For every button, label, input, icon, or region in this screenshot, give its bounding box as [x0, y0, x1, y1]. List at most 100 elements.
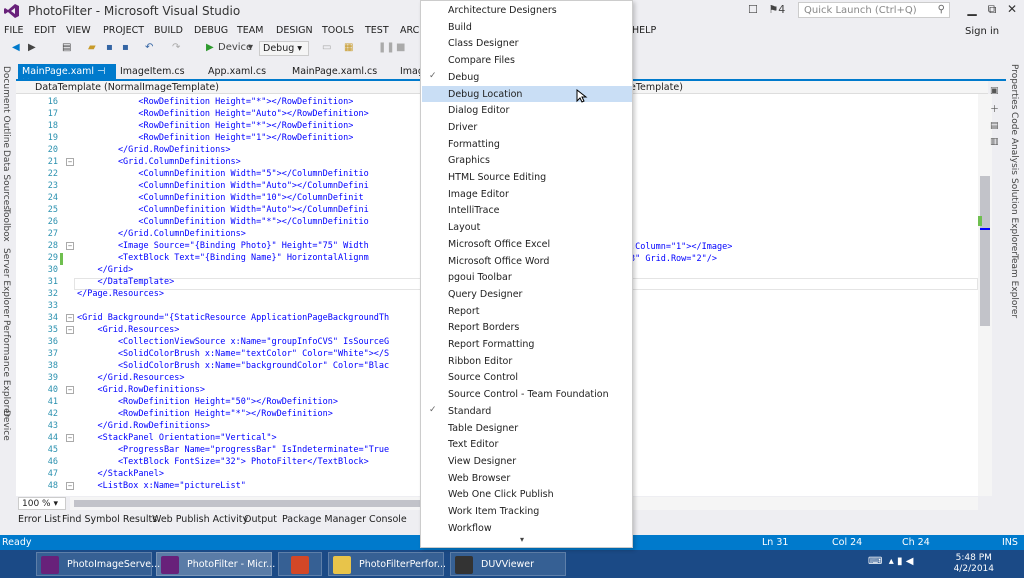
- menu-item-toolbar[interactable]: ✓ Standard: [422, 403, 632, 419]
- tab-toolbox[interactable]: Toolbox: [1, 208, 11, 242]
- taskbar-item[interactable]: PhotoFilterPerfor...: [328, 552, 446, 576]
- menu-item-toolbar[interactable]: Ribbon Editor: [422, 353, 632, 369]
- tab-mainpage-xaml[interactable]: MainPage.xaml ⊣ ✕: [18, 64, 116, 88]
- tab-document-outline[interactable]: Document Outline: [1, 66, 11, 148]
- tab-output[interactable]: Output: [244, 514, 277, 525]
- collapse-icon[interactable]: −: [66, 386, 74, 394]
- menu-view[interactable]: VIEW: [66, 25, 91, 36]
- title-bar-icons[interactable]: ☐ ⚑4: [748, 3, 785, 16]
- menu-item-toolbar[interactable]: Graphics: [422, 152, 632, 168]
- arrow-icon[interactable]: ▴: [889, 556, 894, 567]
- toolbar-icon[interactable]: ▭: [322, 42, 331, 53]
- tab-package-manager-console[interactable]: Package Manager Console: [282, 514, 407, 525]
- menu-item-toolbar[interactable]: Compare Files: [422, 52, 632, 68]
- menu-item-toolbar[interactable]: Architecture Designers: [422, 2, 632, 18]
- start-debugging-icon[interactable]: ▶: [206, 42, 214, 53]
- menu-file[interactable]: FILE: [4, 25, 24, 36]
- network-icon[interactable]: ▮: [897, 556, 903, 567]
- menu-item-toolbar[interactable]: Dialog Editor: [422, 102, 632, 118]
- menu-debug[interactable]: DEBUG: [194, 25, 228, 36]
- menu-item-toolbar[interactable]: Driver: [422, 119, 632, 135]
- menu-item-toolbar[interactable]: Image Editor: [422, 186, 632, 202]
- stop-icon[interactable]: ■: [396, 42, 405, 53]
- taskbar-item[interactable]: PhotoImageServe...: [36, 552, 160, 576]
- collapse-icon[interactable]: −: [66, 326, 74, 334]
- menu-item-toolbar[interactable]: Source Control - Team Foundation: [422, 386, 632, 402]
- menu-item-toolbar[interactable]: Text Editor: [422, 436, 632, 452]
- undo-icon[interactable]: ↶: [145, 42, 153, 53]
- solution-configuration-select[interactable]: Debug ▾: [259, 41, 309, 56]
- tab-code-analysis[interactable]: Code Analysis: [1009, 112, 1019, 175]
- taskbar-item[interactable]: [278, 552, 322, 576]
- toolbar-icon[interactable]: ▦: [344, 42, 353, 53]
- menu-item-toolbar[interactable]: Work Item Tracking: [422, 503, 632, 519]
- toggle-icon[interactable]: ▥: [990, 137, 1004, 147]
- menu-design[interactable]: DESIGN: [276, 25, 313, 36]
- pause-icon[interactable]: ❚❚: [378, 42, 395, 53]
- forward-icon[interactable]: ▶: [28, 42, 36, 53]
- redo-icon[interactable]: ↷: [172, 42, 180, 53]
- feedback-icon[interactable]: ☐: [748, 3, 758, 16]
- close-button[interactable]: ✕: [1002, 2, 1022, 16]
- menu-item-toolbar[interactable]: Formatting: [422, 136, 632, 152]
- menu-item-toolbar[interactable]: ✓ Debug: [422, 69, 632, 85]
- tab-web-publish-activity[interactable]: Web Publish Activity: [152, 514, 248, 525]
- menu-item-toolbar[interactable]: Layout: [422, 219, 632, 235]
- menu-item-toolbar[interactable]: IntelliTrace: [422, 202, 632, 218]
- tab-team-explorer[interactable]: Team Explorer: [1009, 254, 1019, 318]
- menu-tools[interactable]: TOOLS: [322, 25, 354, 36]
- back-icon[interactable]: ◀: [12, 42, 20, 53]
- keyboard-icon[interactable]: ⌨: [868, 556, 882, 567]
- menu-test[interactable]: TEST: [365, 25, 389, 36]
- sign-in-link[interactable]: Sign in: [965, 26, 999, 37]
- scroll-down-icon[interactable]: ▾: [520, 535, 524, 544]
- zoom-select[interactable]: 100 % ▾: [18, 497, 66, 510]
- new-project-icon[interactable]: ▤: [62, 42, 71, 53]
- collapse-icon[interactable]: −: [66, 314, 74, 322]
- quick-launch-input[interactable]: Quick Launch (Ctrl+Q) ⚲: [798, 2, 950, 18]
- notifications-flag-icon[interactable]: ⚑: [768, 3, 778, 16]
- add-icon[interactable]: ＋: [990, 102, 1004, 115]
- menu-build[interactable]: BUILD: [154, 25, 183, 36]
- menu-team[interactable]: TEAM: [237, 25, 264, 36]
- menu-project[interactable]: PROJECT: [103, 25, 144, 36]
- system-tray[interactable]: ⌨ ▴ ▮ ◀: [868, 556, 913, 567]
- open-file-icon[interactable]: ▰: [88, 42, 96, 53]
- collapse-icon[interactable]: −: [66, 158, 74, 166]
- device-dropdown-icon[interactable]: ▾: [248, 42, 253, 53]
- tab-mainpage-xaml-cs[interactable]: MainPage.xaml.cs: [288, 64, 381, 80]
- menu-item-toolbar[interactable]: Class Designer: [422, 35, 632, 51]
- restore-button[interactable]: ⧉: [982, 2, 1002, 17]
- menu-item-toolbar[interactable]: Query Designer: [422, 286, 632, 302]
- map-icon[interactable]: ▤: [990, 121, 1004, 131]
- menu-item-toolbar[interactable]: Web One Click Publish: [422, 486, 632, 502]
- menu-item-toolbar[interactable]: Microsoft Office Excel: [422, 236, 632, 252]
- menu-item-toolbar[interactable]: Build: [422, 19, 632, 35]
- menu-item-toolbar[interactable]: Workflow: [422, 520, 632, 536]
- collapse-icon[interactable]: −: [66, 242, 74, 250]
- menu-help[interactable]: HELP: [632, 25, 656, 36]
- tab-server-explorer[interactable]: Server Explorer: [1, 248, 11, 318]
- member-dropdown[interactable]: eTemplate): [630, 82, 683, 93]
- save-all-icon[interactable]: ▪: [122, 42, 129, 53]
- tab-device[interactable]: Device: [1, 410, 11, 441]
- minimize-button[interactable]: ▁: [962, 2, 982, 16]
- tab-data-sources[interactable]: Data Sources: [1, 150, 11, 210]
- taskbar-item-active[interactable]: PhotoFilter - Micr...: [156, 552, 275, 576]
- tab-properties[interactable]: Properties: [1009, 64, 1019, 109]
- tab-error-list[interactable]: Error List: [18, 514, 61, 525]
- tab-app-xaml-cs[interactable]: App.xaml.cs: [204, 64, 270, 80]
- vertical-scrollbar[interactable]: [978, 94, 992, 496]
- volume-icon[interactable]: ◀: [906, 556, 914, 567]
- clock[interactable]: 5:48 PM 4/2/2014: [954, 553, 994, 575]
- menu-item-toolbar[interactable]: Report Formatting: [422, 336, 632, 352]
- tab-find-symbol-results[interactable]: Find Symbol Results: [62, 514, 157, 525]
- menu-item-toolbar[interactable]: Web Browser: [422, 470, 632, 486]
- menu-item-toolbar[interactable]: Source Control: [422, 369, 632, 385]
- menu-item-toolbar[interactable]: HTML Source Editing: [422, 169, 632, 185]
- menu-item-toolbar[interactable]: Microsoft Office Word: [422, 253, 632, 269]
- hscroll-thumb[interactable]: [74, 500, 424, 507]
- tab-imageitem-cs[interactable]: ImageItem.cs: [116, 64, 189, 80]
- collapse-icon[interactable]: −: [66, 482, 74, 490]
- menu-item-toolbar[interactable]: View Designer: [422, 453, 632, 469]
